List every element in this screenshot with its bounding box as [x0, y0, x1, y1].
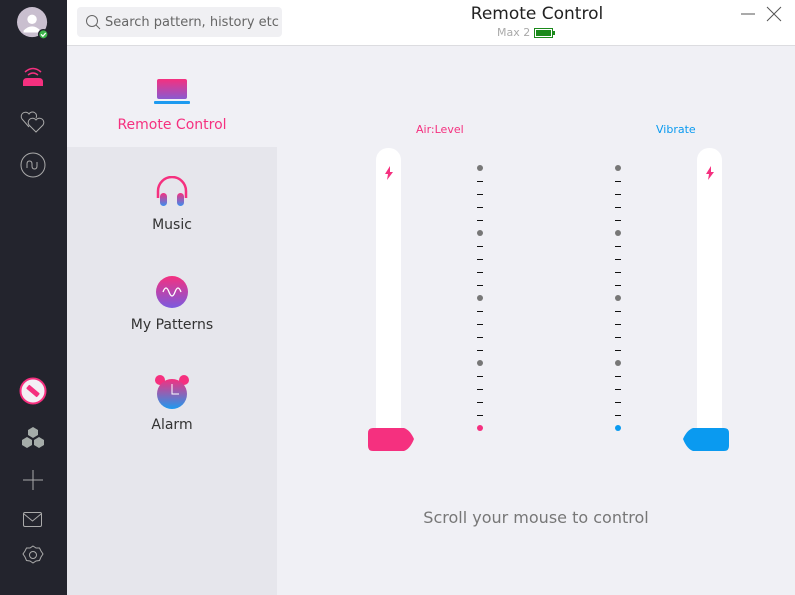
search-icon — [86, 15, 101, 30]
scale-tick — [477, 194, 483, 196]
scale-tick — [615, 415, 621, 417]
scale-tick — [477, 181, 483, 183]
nav-item-alarm[interactable]: Alarm — [67, 347, 277, 447]
scale-tick — [615, 376, 621, 378]
nav-item-remote-control[interactable]: Remote Control — [67, 47, 277, 147]
icon-rail — [0, 0, 67, 595]
scale-tick — [477, 415, 483, 417]
air-level-handle[interactable] — [368, 428, 414, 451]
scale-tick — [477, 220, 483, 222]
scale-tick — [615, 337, 621, 339]
search-input[interactable] — [105, 14, 280, 30]
scale-tick — [615, 324, 621, 326]
scale-tick — [477, 324, 483, 326]
nav-item-music[interactable]: Music — [67, 147, 277, 247]
laptop-icon — [152, 72, 192, 112]
scale-tick — [615, 194, 621, 196]
close-button[interactable] — [766, 6, 782, 22]
scroll-hint: Scroll your mouse to control — [423, 508, 649, 527]
avatar[interactable] — [17, 7, 49, 40]
scale-tick — [477, 246, 483, 248]
battery-icon — [534, 27, 556, 38]
header: Remote Control Max 2 — [67, 0, 795, 46]
scale-tick — [615, 389, 621, 391]
scale-tick — [477, 207, 483, 209]
vibrate-label: Vibrate — [656, 123, 696, 136]
scale-tick — [477, 337, 483, 339]
community-icon[interactable] — [17, 422, 49, 454]
scale-dot — [615, 360, 621, 366]
minimize-button[interactable] — [740, 6, 756, 22]
nav-item-my-patterns[interactable]: My Patterns — [67, 247, 277, 347]
headphones-icon — [152, 172, 192, 212]
search-box[interactable] — [77, 7, 282, 37]
remote-icon[interactable] — [17, 60, 49, 92]
scale-tick — [615, 246, 621, 248]
scale-tick — [615, 272, 621, 274]
scale-tick — [615, 350, 621, 352]
scale-tick — [477, 259, 483, 261]
hearts-icon[interactable] — [17, 104, 49, 136]
scale-dot — [477, 165, 483, 171]
scale-tick — [615, 285, 621, 287]
feature-nav: Remote Control Music My Patterns Alarm — [67, 47, 277, 595]
page-title: Remote Control — [470, 4, 604, 24]
wave-icon — [152, 272, 192, 312]
scale-tick — [477, 272, 483, 274]
alarm-clock-icon — [152, 372, 192, 412]
scale-dot — [477, 425, 483, 431]
scale-tick — [477, 389, 483, 391]
scale-tick — [615, 207, 621, 209]
scale-tick — [615, 259, 621, 261]
air-level-label: Air:Level — [416, 123, 464, 136]
scale-dot — [615, 295, 621, 301]
device-status: Max 2 — [497, 26, 556, 39]
add-icon[interactable] — [17, 464, 49, 496]
scale-tick — [615, 311, 621, 313]
pattern-icon[interactable] — [17, 149, 49, 181]
scale-tick — [477, 350, 483, 352]
settings-icon[interactable] — [17, 540, 49, 572]
scale-tick — [615, 220, 621, 222]
lightning-icon — [706, 166, 714, 180]
scale-dot — [615, 165, 621, 171]
scale-dot — [477, 295, 483, 301]
lightning-icon — [385, 166, 393, 180]
scale-dot — [615, 230, 621, 236]
scale-tick — [477, 311, 483, 313]
scale-tick — [477, 376, 483, 378]
scale-dot — [477, 230, 483, 236]
scale-tick — [615, 181, 621, 183]
scale-dot — [615, 425, 621, 431]
scale-tick — [477, 402, 483, 404]
scale-dot — [477, 360, 483, 366]
air-level-slider[interactable] — [376, 148, 401, 440]
device-name: Max 2 — [497, 26, 531, 39]
scale-tick — [477, 285, 483, 287]
toy-icon[interactable] — [17, 375, 49, 407]
scale-tick — [615, 402, 621, 404]
vibrate-slider[interactable] — [697, 148, 722, 440]
vibrate-handle[interactable] — [683, 428, 729, 451]
mail-icon[interactable] — [17, 504, 49, 536]
